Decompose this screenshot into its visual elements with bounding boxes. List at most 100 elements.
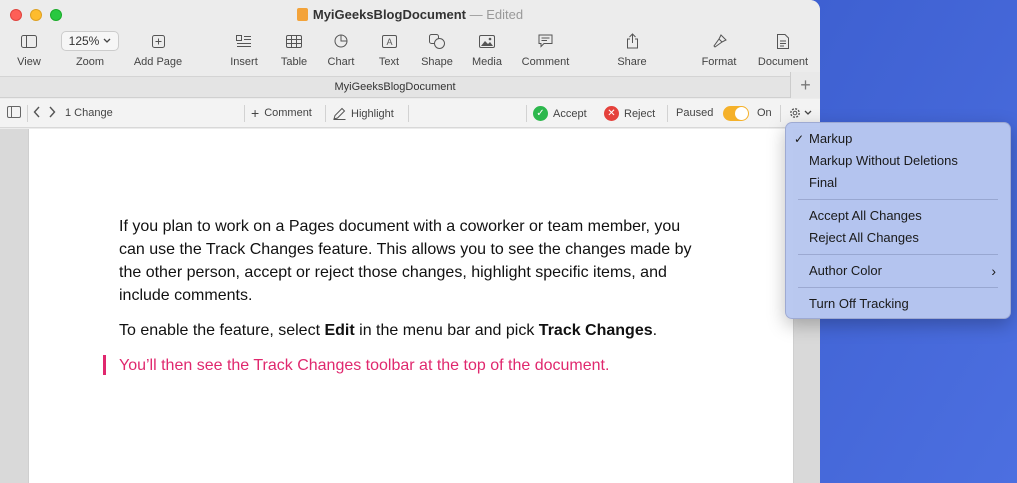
share-icon — [626, 33, 638, 49]
new-tab-button[interactable]: + — [790, 72, 820, 98]
track-changes-toolbar: 1 Change + Comment Highlight ✓ Accept ✕ … — [0, 99, 820, 128]
text-label: Text — [378, 56, 400, 68]
edit-menu-name: Edit — [324, 322, 355, 339]
add-page-icon — [151, 34, 165, 48]
window-title: MyiGeeksBlogDocument — Edited — [0, 7, 820, 22]
separator — [244, 105, 245, 122]
chevron-down-icon — [804, 110, 812, 115]
sidebar-icon — [21, 34, 37, 48]
share-label: Share — [617, 56, 647, 68]
checkmark-icon: ✓ — [794, 132, 805, 146]
para2-text-c: in the menu bar and pick — [354, 322, 539, 339]
paragraph-3: You’ll then see the Track Changes toolba… — [119, 357, 610, 374]
tab-bar: MyiGeeksBlogDocument + — [0, 72, 820, 98]
tracking-settings-button[interactable] — [788, 106, 812, 120]
text-box-icon: A — [381, 34, 397, 48]
share-button[interactable]: Share — [615, 31, 649, 68]
menu-item-final[interactable]: Final — [786, 172, 1010, 194]
accept-button[interactable]: ✓ Accept — [533, 106, 587, 121]
x-circle-icon: ✕ — [604, 106, 619, 121]
separator — [526, 105, 527, 122]
change-count: 1 Change — [65, 107, 113, 119]
plus-icon: + — [251, 104, 260, 121]
menu-item-accept-all[interactable]: Accept All Changes — [786, 205, 1010, 227]
para2-text-a: To enable the feature, select — [119, 322, 325, 339]
menu-item-turn-off-tracking[interactable]: Turn Off Tracking — [786, 293, 1010, 315]
shape-label: Shape — [421, 56, 453, 68]
menu-separator — [798, 254, 998, 255]
comment-icon — [538, 34, 553, 48]
view-button[interactable]: View — [12, 31, 46, 68]
reject-label: Reject — [624, 107, 656, 120]
text-button[interactable]: A Text — [374, 31, 404, 68]
add-comment-button[interactable]: + Comment — [251, 104, 312, 121]
pages-window: MyiGeeksBlogDocument — Edited View 125% … — [0, 0, 820, 483]
format-button[interactable]: Format — [698, 31, 740, 68]
document-name: MyiGeeksBlogDocument — [312, 7, 467, 22]
paragraph-2[interactable]: To enable the feature, select Edit in th… — [119, 319, 699, 342]
chevron-left-icon — [33, 106, 40, 118]
toggle-switch[interactable] — [723, 106, 749, 121]
add-page-label: Add Page — [133, 56, 183, 68]
titlebar: MyiGeeksBlogDocument — Edited View 125% … — [0, 0, 820, 76]
separator — [667, 105, 668, 122]
zoom-dropdown[interactable]: 125% — [61, 31, 119, 51]
highlight-label: Highlight — [351, 107, 394, 120]
menu-item-reject-all[interactable]: Reject All Changes — [786, 227, 1010, 249]
tracking-options-menu: ✓ Markup Markup Without Deletions Final A… — [785, 122, 1011, 319]
accept-label: Accept — [553, 107, 587, 120]
comment-button[interactable]: Comment — [518, 31, 573, 68]
view-label: View — [17, 56, 41, 68]
highlight-button[interactable]: Highlight — [333, 107, 394, 120]
svg-text:A: A — [386, 37, 392, 47]
insert-icon — [236, 34, 251, 47]
table-icon — [286, 34, 302, 48]
checkmark-circle-icon: ✓ — [533, 106, 548, 121]
table-button[interactable]: Table — [277, 31, 311, 68]
previous-change-button[interactable] — [33, 106, 41, 118]
pages-file-icon — [296, 8, 308, 21]
comment-label: Comment — [521, 56, 570, 68]
reject-button[interactable]: ✕ Reject — [604, 106, 655, 121]
gear-icon — [790, 108, 800, 118]
media-label: Media — [472, 56, 502, 68]
paused-label: Paused — [676, 107, 714, 119]
add-page-button[interactable]: Add Page — [130, 31, 186, 68]
menu-separator — [798, 199, 998, 200]
pencil-icon — [333, 107, 346, 120]
chevron-right-icon: › — [991, 263, 996, 279]
menu-item-author-color[interactable]: Author Color › — [786, 260, 1010, 282]
chevron-down-icon — [103, 38, 111, 43]
sidebar-toggle-button[interactable] — [7, 106, 21, 118]
next-change-button[interactable] — [48, 106, 56, 118]
insert-label: Insert — [230, 56, 258, 68]
document-canvas: If you plan to work on a Pages document … — [0, 129, 820, 483]
markup-label: Markup — [809, 131, 853, 146]
menu-item-markup[interactable]: ✓ Markup — [786, 128, 1010, 150]
tracking-toggle[interactable] — [723, 106, 749, 121]
separator — [408, 105, 409, 122]
tab-document[interactable]: MyiGeeksBlogDocument — [0, 81, 790, 93]
paragraph-1[interactable]: If you plan to work on a Pages document … — [119, 215, 699, 307]
tracked-change-paragraph[interactable]: You’ll then see the Track Changes toolba… — [103, 354, 699, 377]
chevron-right-icon — [49, 106, 56, 118]
insert-button[interactable]: Insert — [226, 31, 262, 68]
on-label: On — [757, 107, 772, 119]
zoom-control[interactable]: 125% Zoom — [60, 31, 120, 68]
document-icon — [777, 33, 789, 49]
chart-label: Chart — [327, 56, 355, 68]
menu-item-markup-without-deletions[interactable]: Markup Without Deletions — [786, 150, 1010, 172]
document-page[interactable]: If you plan to work on a Pages document … — [28, 129, 794, 483]
zoom-value: 125% — [68, 34, 100, 48]
media-button[interactable]: Media — [469, 31, 505, 68]
zoom-label: Zoom — [75, 56, 105, 68]
document-body[interactable]: If you plan to work on a Pages document … — [103, 215, 699, 389]
document-label: Document — [757, 56, 809, 68]
menu-separator — [798, 287, 998, 288]
track-changes-command: Track Changes — [538, 322, 653, 339]
document-button[interactable]: Document — [754, 31, 812, 68]
shape-button[interactable]: Shape — [419, 31, 455, 68]
para2-text-e: . — [652, 322, 658, 339]
shape-icon — [429, 33, 445, 49]
chart-button[interactable]: Chart — [325, 31, 357, 68]
